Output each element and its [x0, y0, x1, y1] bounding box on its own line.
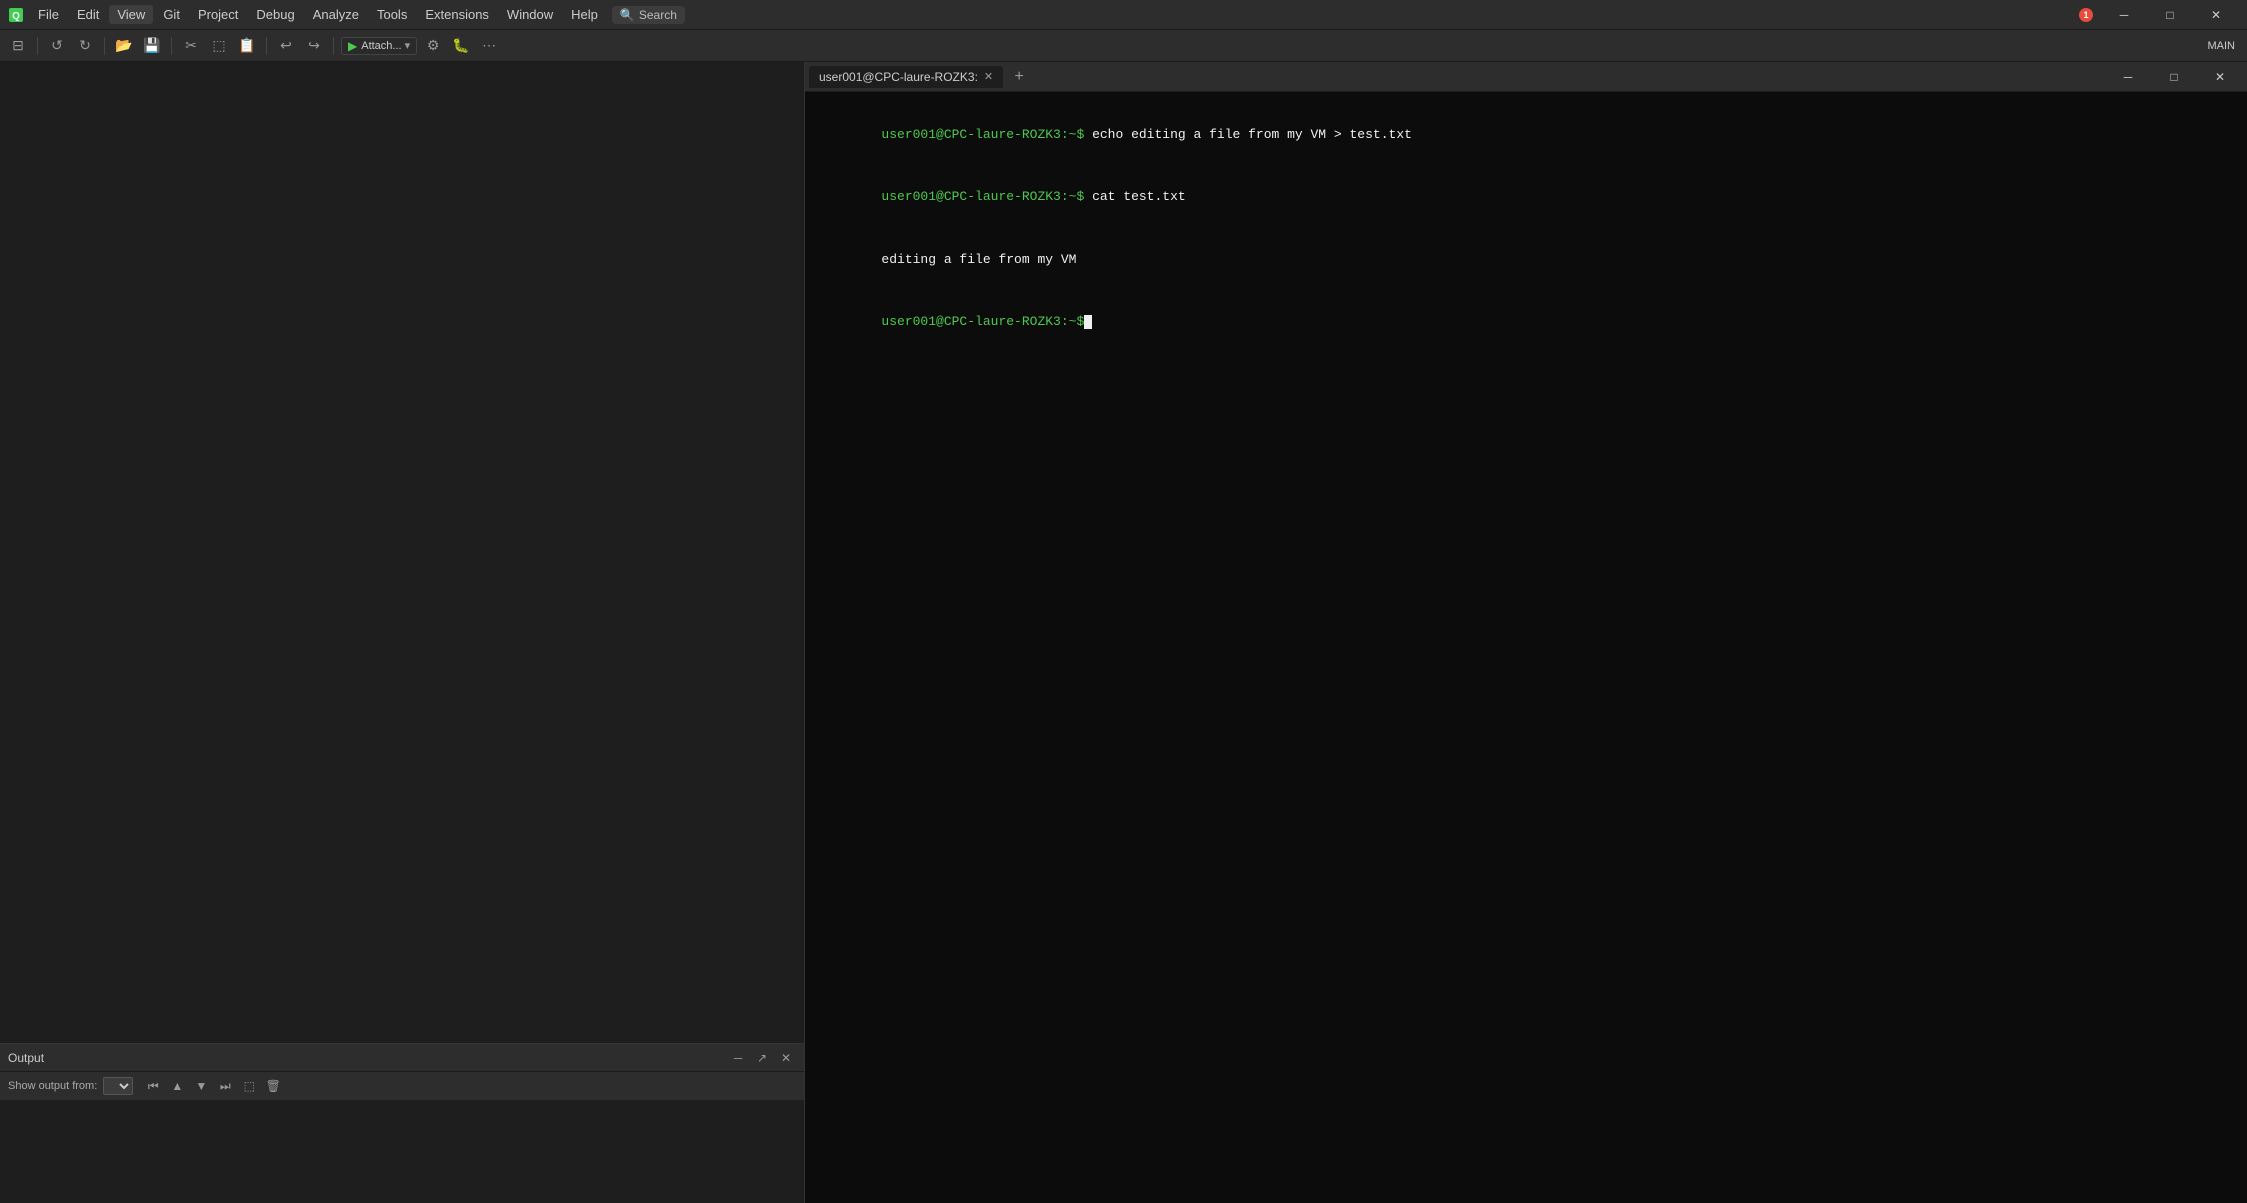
terminal-output-1: editing a file from my VM [881, 252, 1076, 267]
toolbar-fwd-btn[interactable]: ↪ [302, 34, 326, 58]
terminal-prompt-3: user001@CPC-laure-ROZK3:~$ [881, 314, 1084, 329]
menu-file[interactable]: File [30, 5, 67, 24]
output-header: Output ─ ↗ ✕ [0, 1044, 804, 1072]
terminal-line-1: user001@CPC-laure-ROZK3:~$ echo editing … [819, 104, 2233, 166]
terminal-tab-close-btn[interactable]: ✕ [984, 70, 993, 83]
terminal-tab[interactable]: user001@CPC-laure-ROZK3: ✕ [809, 66, 1003, 88]
output-scroll-down-btn[interactable]: ▼ [191, 1076, 211, 1096]
svg-text:Q: Q [12, 11, 20, 22]
toolbar-copy-btn[interactable]: ⬚ [207, 34, 231, 58]
output-scroll-top-btn[interactable]: ⏮ [143, 1076, 163, 1096]
toolbar-build-btn[interactable]: ⚙ [421, 34, 445, 58]
toolbar-sep-4 [266, 37, 267, 55]
title-bar: Q File Edit View Git Project Debug Analy… [0, 0, 2247, 30]
search-label: Search [639, 8, 677, 22]
toolbar-sep-1 [37, 37, 38, 55]
terminal-tab-add-btn[interactable]: + [1007, 65, 1031, 89]
menu-extensions[interactable]: Extensions [417, 5, 497, 24]
maximize-button[interactable]: □ [2147, 0, 2193, 30]
terminal-line-4: user001@CPC-laure-ROZK3:~$ [819, 291, 2233, 353]
mode-label: MAIN [2202, 38, 2242, 54]
attach-label: Attach... [361, 40, 401, 52]
toolbar-sep-2 [104, 37, 105, 55]
terminal-cursor [1084, 315, 1092, 329]
terminal-tab-bar: user001@CPC-laure-ROZK3: ✕ + ─ □ ✕ [805, 62, 2247, 92]
terminal-prompt-2: user001@CPC-laure-ROZK3:~$ [881, 189, 1084, 204]
menu-debug[interactable]: Debug [248, 5, 302, 24]
menu-edit[interactable]: Edit [69, 5, 107, 24]
toolbar-paste-btn[interactable]: 📋 [235, 34, 259, 58]
menu-git[interactable]: Git [155, 5, 188, 24]
toolbar-cut-btn[interactable]: ✂ [179, 34, 203, 58]
toolbar-undo-btn[interactable]: ↺ [45, 34, 69, 58]
menu-tools[interactable]: Tools [369, 5, 415, 24]
close-button[interactable]: ✕ [2193, 0, 2239, 30]
main-layout: Output ─ ↗ ✕ Show output from: ⏮ ▲ ▼ ⏭ ⬚ [0, 62, 2247, 1203]
right-panel: user001@CPC-laure-ROZK3: ✕ + ─ □ ✕ user0… [805, 62, 2247, 1203]
output-scroll-bottom-btn[interactable]: ⏭ [215, 1076, 235, 1096]
output-title: Output [8, 1051, 44, 1065]
minimize-button[interactable]: ─ [2101, 0, 2147, 30]
toolbar-back-btn[interactable]: ↩ [274, 34, 298, 58]
output-panel: Output ─ ↗ ✕ Show output from: ⏮ ▲ ▼ ⏭ ⬚ [0, 1043, 804, 1203]
menu-analyze[interactable]: Analyze [305, 5, 367, 24]
output-clear-btn[interactable]: 🗑 [263, 1076, 283, 1096]
toolbar-save-btn[interactable]: 💾 [140, 34, 164, 58]
terminal-line-3: editing a file from my VM [819, 229, 2233, 291]
terminal-win-minimize-btn[interactable]: ─ [2105, 62, 2151, 92]
window-controls: ─ □ ✕ [2101, 0, 2239, 30]
app-logo-icon: Q [8, 7, 24, 23]
output-filter-label: Show output from: [8, 1080, 97, 1092]
left-panel: Output ─ ↗ ✕ Show output from: ⏮ ▲ ▼ ⏭ ⬚ [0, 62, 805, 1203]
output-scroll-up-btn[interactable]: ▲ [167, 1076, 187, 1096]
toolbar-open-btn[interactable]: 📂 [112, 34, 136, 58]
terminal-line-2: user001@CPC-laure-ROZK3:~$ cat test.txt [819, 166, 2233, 228]
search-icon: 🔍 [620, 8, 635, 22]
terminal-win-maximize-btn[interactable]: □ [2151, 62, 2197, 92]
terminal-win-close-btn[interactable]: ✕ [2197, 62, 2243, 92]
menu-bar: File Edit View Git Project Debug Analyze… [30, 5, 606, 24]
output-filter-select[interactable] [103, 1077, 133, 1095]
toolbar: ⊟ ↺ ↻ 📂 💾 ✂ ⬚ 📋 ↩ ↪ ▶ Attach... ▾ ⚙ 🐛 ⋯ … [0, 30, 2247, 62]
search-bar[interactable]: 🔍 Search [612, 6, 685, 24]
toolbar-new-btn[interactable]: ⊟ [6, 34, 30, 58]
terminal-content[interactable]: user001@CPC-laure-ROZK3:~$ echo editing … [805, 92, 2247, 1203]
run-button[interactable]: ▶ Attach... ▾ [341, 37, 417, 55]
toolbar-debug-btn[interactable]: 🐛 [449, 34, 473, 58]
notification-badge: 1 [2079, 8, 2093, 22]
terminal-cmd-1: echo editing a file from my VM > test.tx… [1084, 127, 1412, 142]
output-pop-btn[interactable]: ↗ [752, 1048, 772, 1068]
output-copy-btn[interactable]: ⬚ [239, 1076, 259, 1096]
terminal-prompt-1: user001@CPC-laure-ROZK3:~$ [881, 127, 1084, 142]
title-bar-left: Q File Edit View Git Project Debug Analy… [8, 5, 685, 24]
output-filter-bar: Show output from: ⏮ ▲ ▼ ⏭ ⬚ 🗑 [0, 1072, 804, 1100]
toolbar-more-btn[interactable]: ⋯ [477, 34, 501, 58]
output-minimize-btn[interactable]: ─ [728, 1048, 748, 1068]
toolbar-sep-5 [333, 37, 334, 55]
terminal-cmd-2: cat test.txt [1084, 189, 1185, 204]
menu-help[interactable]: Help [563, 5, 606, 24]
output-close-btn[interactable]: ✕ [776, 1048, 796, 1068]
editor-area[interactable] [0, 62, 804, 1043]
terminal-tab-title: user001@CPC-laure-ROZK3: [819, 70, 978, 84]
toolbar-redo-btn[interactable]: ↻ [73, 34, 97, 58]
menu-project[interactable]: Project [190, 5, 246, 24]
toolbar-sep-3 [171, 37, 172, 55]
menu-view[interactable]: View [109, 5, 153, 24]
output-content [0, 1100, 804, 1203]
output-controls: ─ ↗ ✕ [728, 1048, 796, 1068]
menu-window[interactable]: Window [499, 5, 561, 24]
